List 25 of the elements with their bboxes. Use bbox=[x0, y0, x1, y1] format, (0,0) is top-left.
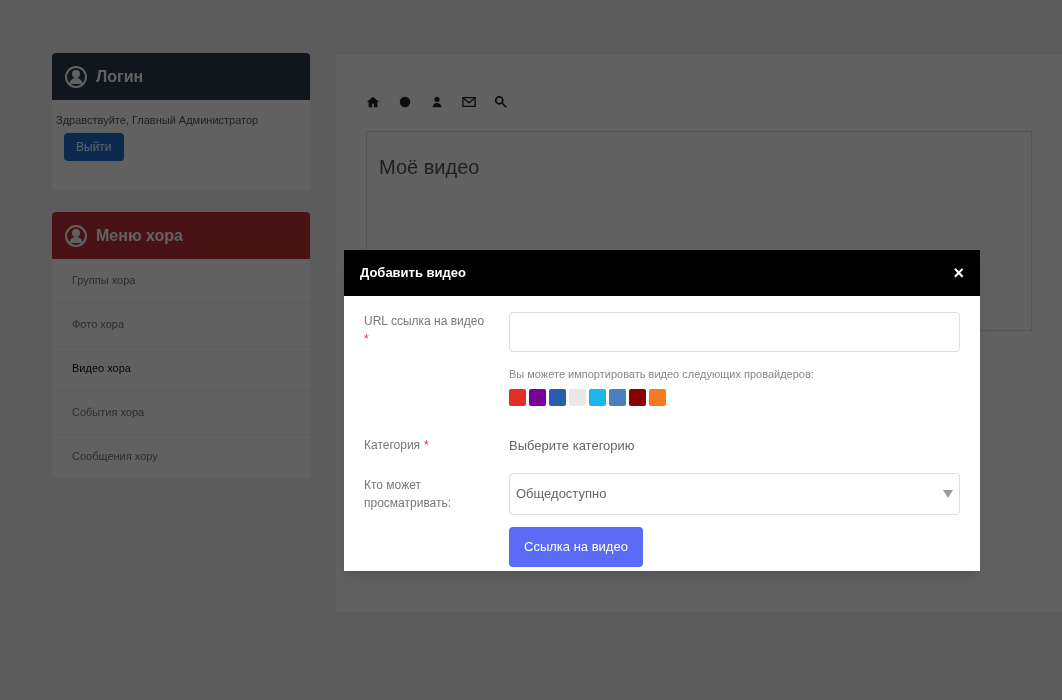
logout-button[interactable]: Выйти bbox=[64, 132, 124, 161]
caret-icon bbox=[943, 490, 953, 498]
visibility-select[interactable]: Общедоступно bbox=[509, 473, 960, 515]
modal-title: Добавить видео bbox=[360, 264, 466, 283]
field-label: Категория bbox=[364, 438, 421, 453]
field-label: Кто может просматривать: bbox=[364, 477, 453, 512]
menu-item[interactable]: Видео хора bbox=[52, 347, 310, 391]
panel-title: Логин bbox=[96, 66, 144, 87]
search-icon[interactable] bbox=[494, 95, 508, 109]
required-mark: * bbox=[424, 438, 429, 453]
close-button[interactable]: × bbox=[953, 259, 964, 287]
user-icon[interactable] bbox=[430, 95, 444, 109]
panel-title: Меню хора bbox=[96, 225, 183, 246]
providers-hint: Вы можете импортировать видео следующих провайдеров: bbox=[509, 367, 815, 382]
submit-button[interactable]: Ссылка на видео bbox=[509, 527, 643, 567]
mail-icon[interactable] bbox=[462, 95, 476, 109]
field-label: URL ссылка на видео bbox=[364, 314, 485, 328]
required-mark: * bbox=[364, 331, 370, 348]
page-title: Моё видео bbox=[379, 156, 480, 178]
url-input-field[interactable] bbox=[509, 312, 960, 352]
user-circle-icon bbox=[64, 223, 88, 248]
user-circle-icon bbox=[64, 64, 88, 89]
category-selector[interactable]: Выберите категорию bbox=[509, 435, 635, 455]
home-icon[interactable] bbox=[366, 95, 380, 109]
greeting-text: Здравствуйте, Главный Администратор bbox=[56, 113, 259, 128]
